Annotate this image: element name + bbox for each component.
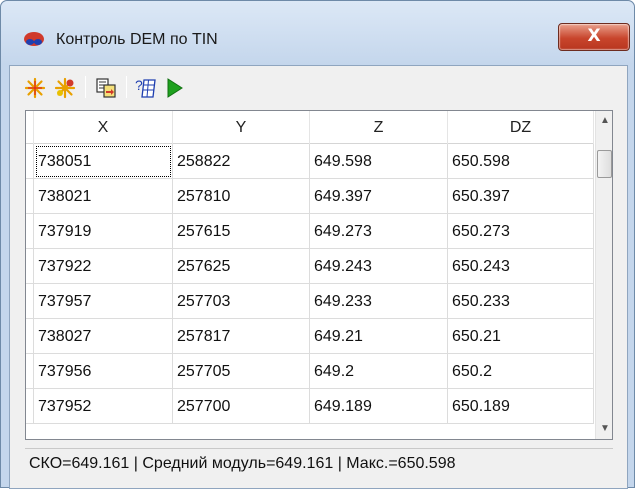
table-row[interactable]: 738021 257810 649.397 650.397 — [26, 179, 594, 214]
cell-x[interactable]: 738051 — [34, 144, 173, 179]
toolbar-separator — [85, 76, 86, 98]
cell-x[interactable]: 737952 — [34, 389, 173, 424]
copy-export-icon[interactable] — [94, 76, 118, 100]
cell-dz[interactable]: 650.2 — [448, 354, 594, 389]
cell-x[interactable]: 737957 — [34, 284, 173, 319]
cell-y[interactable]: 258822 — [173, 144, 310, 179]
app-3d-glasses-icon — [24, 32, 44, 46]
data-grid[interactable]: X Y Z DZ 738051 258822 649.598 650.598 73802… — [25, 110, 613, 440]
cell-dz[interactable]: 650.273 — [448, 214, 594, 249]
cell-dz[interactable]: 650.598 — [448, 144, 594, 179]
dialog-window: Контроль DEM по TIN X ? X Y Z DZ 738051 … — [0, 0, 635, 489]
table-row[interactable]: 738051 258822 649.598 650.598 — [26, 144, 594, 179]
toolbar: ? — [10, 66, 627, 108]
column-header-y[interactable]: Y — [173, 111, 310, 144]
column-header-z[interactable]: Z — [310, 111, 448, 144]
column-header-x[interactable]: X — [34, 111, 173, 144]
cell-z[interactable]: 649.2 — [310, 354, 448, 389]
play-icon[interactable] — [162, 76, 186, 100]
row-selector[interactable] — [26, 214, 34, 249]
vertical-scrollbar[interactable]: ▲ ▼ — [595, 111, 612, 439]
column-header-dz[interactable]: DZ — [448, 111, 594, 144]
cell-y[interactable]: 257615 — [173, 214, 310, 249]
cell-x[interactable]: 737922 — [34, 249, 173, 284]
cell-dz[interactable]: 650.189 — [448, 389, 594, 424]
cell-z[interactable]: 649.233 — [310, 284, 448, 319]
svg-text:?: ? — [135, 77, 143, 93]
scroll-up-arrow-icon[interactable]: ▲ — [596, 111, 612, 131]
row-selector[interactable] — [26, 354, 34, 389]
row-selector[interactable] — [26, 179, 34, 214]
cell-x[interactable]: 737956 — [34, 354, 173, 389]
cell-y[interactable]: 257703 — [173, 284, 310, 319]
cell-z[interactable]: 649.598 — [310, 144, 448, 179]
cell-dz[interactable]: 650.233 — [448, 284, 594, 319]
table-row[interactable]: 737957 257703 649.233 650.233 — [26, 284, 594, 319]
cell-dz[interactable]: 650.397 — [448, 179, 594, 214]
grid-header: X Y Z DZ — [26, 111, 594, 144]
row-selector[interactable] — [26, 249, 34, 284]
header-row-selector — [26, 111, 34, 144]
cell-y[interactable]: 257700 — [173, 389, 310, 424]
table-row[interactable]: 737952 257700 649.189 650.189 — [26, 389, 594, 424]
table-row[interactable]: 737956 257705 649.2 650.2 — [26, 354, 594, 389]
row-selector[interactable] — [26, 284, 34, 319]
scrollbar-thumb[interactable] — [597, 150, 612, 178]
cell-y[interactable]: 257810 — [173, 179, 310, 214]
cell-y[interactable]: 257625 — [173, 249, 310, 284]
cell-z[interactable]: 649.21 — [310, 319, 448, 354]
close-icon: X — [587, 26, 601, 46]
scroll-down-arrow-icon[interactable]: ▼ — [596, 419, 612, 439]
table-row[interactable]: 737922 257625 649.243 650.243 — [26, 249, 594, 284]
help-table-icon[interactable]: ? — [134, 76, 158, 100]
cell-dz[interactable]: 650.21 — [448, 319, 594, 354]
dialog-client-area: ? X Y Z DZ 738051 258822 649.598 650.598 738… — [9, 65, 628, 489]
row-selector[interactable] — [26, 319, 34, 354]
cell-y[interactable]: 257705 — [173, 354, 310, 389]
close-button[interactable]: X — [558, 23, 630, 51]
cell-z[interactable]: 649.243 — [310, 249, 448, 284]
asterisk-settings-icon[interactable] — [53, 76, 77, 100]
cell-z[interactable]: 649.273 — [310, 214, 448, 249]
row-selector[interactable] — [26, 144, 34, 179]
table-row[interactable]: 737919 257615 649.273 650.273 — [26, 214, 594, 249]
table-row[interactable]: 738027 257817 649.21 650.21 — [26, 319, 594, 354]
asterisk-clear-icon[interactable] — [23, 76, 47, 100]
cell-z[interactable]: 649.189 — [310, 389, 448, 424]
window-title: Контроль DEM по TIN — [56, 31, 218, 48]
cell-dz[interactable]: 650.243 — [448, 249, 594, 284]
cell-x[interactable]: 738027 — [34, 319, 173, 354]
cell-x[interactable]: 738021 — [34, 179, 173, 214]
cell-y[interactable]: 257817 — [173, 319, 310, 354]
cell-z[interactable]: 649.397 — [310, 179, 448, 214]
status-bar: СКО=649.161 | Средний модуль=649.161 | М… — [25, 448, 613, 478]
row-selector[interactable] — [26, 389, 34, 424]
cell-x[interactable]: 737919 — [34, 214, 173, 249]
title-bar[interactable]: Контроль DEM по TIN X — [1, 1, 634, 65]
toolbar-separator — [126, 76, 127, 98]
